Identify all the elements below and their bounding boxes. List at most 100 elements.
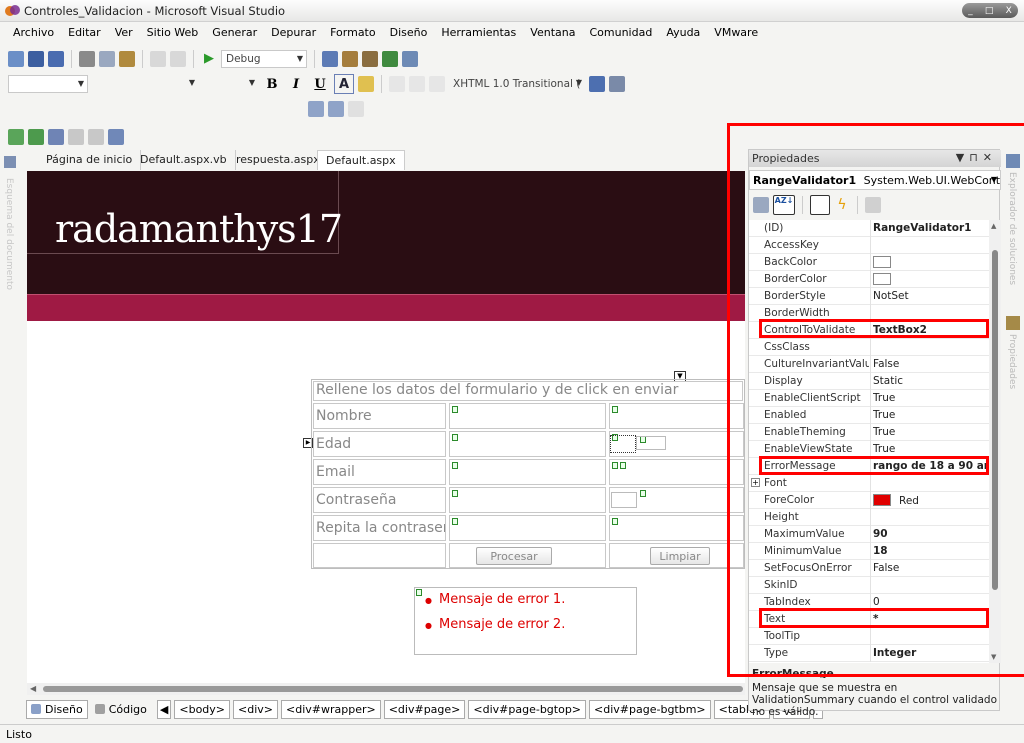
start-debug-icon[interactable]: ▶ (201, 51, 217, 67)
layout-insert-icon[interactable] (8, 129, 24, 145)
solution-config-select[interactable]: Debug ▼ (221, 50, 307, 68)
procesar-button[interactable]: Procesar (476, 547, 552, 565)
textbox-nombre[interactable] (449, 403, 606, 429)
check-accessibility-icon[interactable] (589, 76, 605, 92)
minimize-button[interactable]: _ (968, 6, 973, 16)
control-glyph-icon (452, 518, 458, 525)
menu-diseno[interactable]: Diseño (383, 23, 435, 44)
menu-generar[interactable]: Generar (205, 23, 264, 44)
menu-vmware[interactable]: VMware (707, 23, 765, 44)
underline-button[interactable]: U (310, 74, 330, 94)
crumb-div-page[interactable]: <div#page> (383, 699, 466, 719)
crumb-body[interactable]: <body> (174, 699, 231, 719)
menu-ayuda[interactable]: Ayuda (659, 23, 707, 44)
textbox-contrasena[interactable] (449, 487, 606, 513)
design-view-icon (31, 704, 41, 714)
crumb-div-page-bgtbm[interactable]: <div#page-bgtbm> (589, 699, 711, 719)
save-icon[interactable] (28, 51, 44, 67)
layout-grid-icon[interactable] (108, 129, 124, 145)
validator-placeholder[interactable] (611, 492, 637, 508)
italic-button[interactable]: I (286, 74, 306, 94)
validation-summary[interactable]: Mensaje de error 1. Mensaje de error 2. (414, 587, 637, 655)
align-icon[interactable] (389, 76, 405, 92)
object-browser-icon[interactable] (382, 51, 398, 67)
menu-depurar[interactable]: Depurar (264, 23, 323, 44)
crumb-div[interactable]: <div> (233, 699, 278, 719)
table-delete-icon[interactable] (348, 101, 364, 117)
menu-ver[interactable]: Ver (108, 23, 140, 44)
save-all-icon[interactable] (48, 51, 64, 67)
menu-archivo[interactable]: Archivo (6, 23, 61, 44)
tab-default-aspx[interactable]: Default.aspx (317, 150, 405, 170)
menu-sitio-web[interactable]: Sitio Web (140, 23, 206, 44)
tab-respuesta-aspx[interactable]: respuesta.aspx (228, 150, 329, 170)
site-logo-text: radamanthys17 (55, 207, 343, 251)
font-size-select[interactable]: ▼ (202, 75, 258, 93)
find-icon[interactable] (322, 51, 338, 67)
cut-icon[interactable] (79, 51, 95, 67)
separator (193, 50, 194, 68)
new-project-icon[interactable] (8, 51, 24, 67)
layout-front-icon[interactable] (68, 129, 84, 145)
formatting-toolbar: ▼ ▼ ▼ B I U A XHTML 1.0 Transitional (▼ (0, 71, 720, 97)
tab-default-aspx-vb[interactable]: Default.aspx.vb (132, 150, 236, 170)
design-horizontal-scrollbar[interactable]: ◀ (27, 683, 745, 695)
maximize-button[interactable]: □ (985, 6, 994, 16)
range-validator-selected[interactable] (610, 435, 636, 453)
textbox-repita-contrasena[interactable] (449, 515, 606, 541)
form-table: Rellene los datos del formulario y de cl… (311, 379, 745, 569)
layout-next-icon[interactable] (28, 129, 44, 145)
properties-window-icon[interactable] (342, 51, 358, 67)
chevron-down-icon: ▼ (248, 78, 255, 87)
copy-icon[interactable] (99, 51, 115, 67)
menu-ventana[interactable]: Ventana (523, 23, 582, 44)
tab-pagina-de-inicio[interactable]: Página de inicio (38, 150, 142, 170)
font-name-select[interactable]: ▼ (92, 75, 198, 93)
layout-position-icon[interactable] (48, 129, 64, 145)
bold-button[interactable]: B (262, 74, 282, 94)
menu-formato[interactable]: Formato (323, 23, 383, 44)
required-validator[interactable] (636, 436, 666, 450)
layout-back-icon[interactable] (88, 129, 104, 145)
design-surface[interactable]: radamanthys17 ▼ ▶ Rellene los datos del … (27, 171, 745, 683)
command-window-icon[interactable] (402, 51, 418, 67)
paste-icon[interactable] (119, 51, 135, 67)
scrollbar-thumb[interactable] (43, 686, 743, 692)
control-glyph-icon (452, 462, 458, 469)
menu-editar[interactable]: Editar (61, 23, 108, 44)
crumb-scroll-left[interactable]: ◀ (156, 699, 172, 719)
control-glyph-icon (452, 434, 458, 441)
undo-icon[interactable] (150, 51, 166, 67)
table-rows-icon[interactable] (328, 101, 344, 117)
font-color-icon[interactable]: A (334, 74, 354, 94)
document-outline-strip[interactable]: Esquema del documento (0, 150, 20, 700)
standard-toolbar: ▶ Debug ▼ (0, 46, 720, 72)
textbox-email[interactable] (449, 459, 606, 485)
scroll-left-icon[interactable]: ◀ (30, 684, 36, 693)
crumb-div-page-bgtop[interactable]: <div#page-bgtop> (468, 699, 587, 719)
limpiar-button[interactable]: Limpiar (650, 547, 710, 565)
design-view-button[interactable]: Diseño (26, 699, 88, 719)
textbox-edad[interactable] (449, 431, 606, 457)
numbered-list-icon[interactable] (409, 76, 425, 92)
close-button[interactable]: X (1006, 6, 1012, 16)
crumb-div-wrapper[interactable]: <div#wrapper> (281, 699, 381, 719)
code-view-button[interactable]: Código (91, 700, 151, 719)
block-format-select[interactable]: ▼ (8, 75, 88, 93)
control-glyph-icon (612, 406, 618, 413)
menu-herramientas[interactable]: Herramientas (434, 23, 523, 44)
description-text: Mensaje que se muestra en ValidationSumm… (752, 682, 997, 718)
empty-cell (313, 543, 446, 568)
target-schema-select[interactable]: XHTML 1.0 Transitional (▼ (449, 75, 585, 93)
insert-table-icon[interactable] (308, 101, 324, 117)
menu-comunidad[interactable]: Comunidad (582, 23, 659, 44)
label-nombre: Nombre (313, 403, 446, 429)
redo-icon[interactable] (170, 51, 186, 67)
window-title: Controles_Validacion - Microsoft Visual … (24, 4, 286, 18)
bullet-list-icon[interactable] (429, 76, 445, 92)
reset-cell: Limpiar (609, 543, 744, 568)
format-options-icon[interactable] (609, 76, 625, 92)
document-outline-icon[interactable] (4, 156, 16, 168)
toolbox-icon[interactable] (362, 51, 378, 67)
highlight-icon[interactable] (358, 76, 374, 92)
